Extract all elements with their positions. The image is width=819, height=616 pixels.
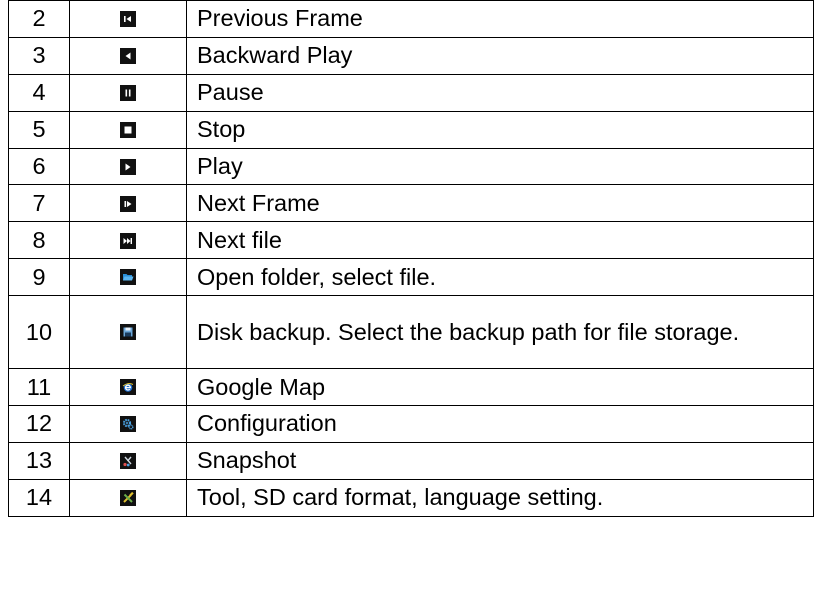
row-description: Next Frame xyxy=(186,184,814,223)
backward-play-icon xyxy=(120,48,136,65)
table-row: 14 Tool, SD card format, language settin… xyxy=(8,478,814,517)
table-row: 3 Backward Play xyxy=(8,36,814,75)
row-number: 13 xyxy=(8,441,70,480)
configuration-icon xyxy=(120,416,136,433)
row-description: Previous Frame xyxy=(186,0,814,38)
row-description: Google Map xyxy=(186,368,814,407)
google-map-icon xyxy=(120,379,136,396)
row-number: 9 xyxy=(8,258,70,297)
row-number: 4 xyxy=(8,73,70,112)
next-frame-icon xyxy=(120,195,136,212)
row-description: Backward Play xyxy=(186,36,814,75)
row-description: Stop xyxy=(186,110,814,149)
table-row: 9 Open folder, select file. xyxy=(8,258,814,297)
row-number: 7 xyxy=(8,184,70,223)
row-number: 12 xyxy=(8,405,70,443)
table-row: 2 Previous Frame xyxy=(8,0,814,38)
row-description: Play xyxy=(186,147,814,186)
row-description: Disk backup. Select the backup path for … xyxy=(186,295,814,370)
row-number: 3 xyxy=(8,36,70,75)
table-row: 4 Pause xyxy=(8,73,814,112)
row-description: Next file xyxy=(186,221,814,260)
table-row: 11 Google Map xyxy=(8,368,814,407)
row-number: 10 xyxy=(8,295,70,370)
open-folder-icon xyxy=(120,269,136,286)
row-number: 14 xyxy=(8,478,70,517)
stop-icon xyxy=(120,121,136,138)
row-description: Tool, SD card format, language setting. xyxy=(186,478,814,517)
table-row: 12 Configuration xyxy=(8,405,814,443)
row-number: 11 xyxy=(8,368,70,407)
row-number: 5 xyxy=(8,110,70,149)
previous-frame-icon xyxy=(120,11,136,28)
playback-controls-table: 2 Previous Frame 3 Backward Play 4 Pause… xyxy=(8,0,814,517)
row-number: 8 xyxy=(8,221,70,260)
table-row: 8 Next file xyxy=(8,221,814,260)
row-description: Open folder, select file. xyxy=(186,258,814,297)
play-icon xyxy=(120,158,136,175)
disk-backup-icon xyxy=(120,324,136,341)
tool-icon xyxy=(120,490,136,507)
table-row: 7 Next Frame xyxy=(8,184,814,223)
row-description: Pause xyxy=(186,73,814,112)
row-description: Configuration xyxy=(186,405,814,443)
row-number: 2 xyxy=(8,0,70,38)
row-number: 6 xyxy=(8,147,70,186)
row-description: Snapshot xyxy=(186,441,814,480)
table-row: 10 Disk backup. Select the backup path f… xyxy=(8,295,814,370)
table-row: 5 Stop xyxy=(8,110,814,149)
table-row: 13 Snapshot xyxy=(8,441,814,480)
table-row: 6 Play xyxy=(8,147,814,186)
snapshot-icon xyxy=(120,453,136,470)
next-file-icon xyxy=(120,232,136,249)
pause-icon xyxy=(120,85,136,102)
